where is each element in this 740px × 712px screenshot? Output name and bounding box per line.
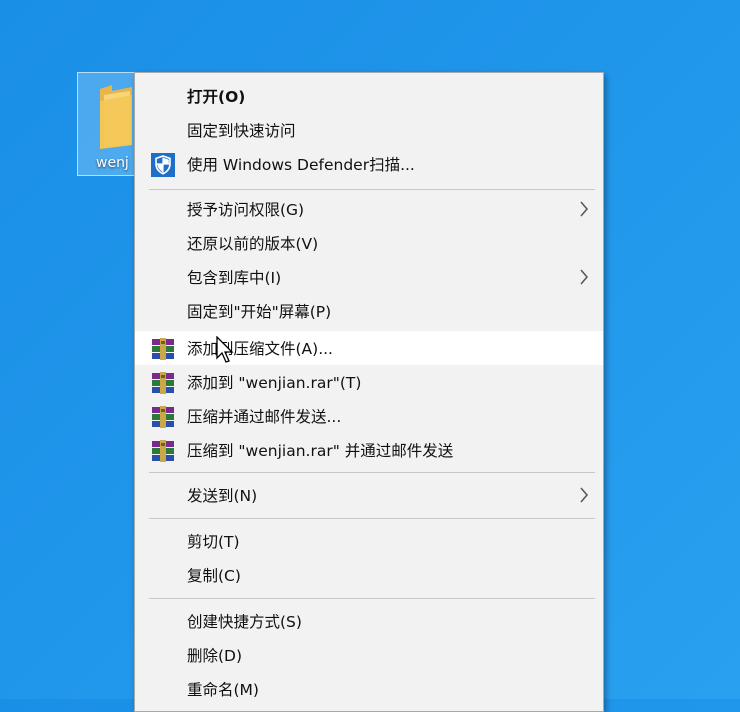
menu-item-label: 固定到快速访问 xyxy=(187,122,296,140)
menu-separator xyxy=(149,189,595,190)
menu-item-label: 打开(O) xyxy=(187,88,246,106)
menu-item-rename[interactable]: 重命名(M) xyxy=(135,672,603,706)
menu-item-label: 还原以前的版本(V) xyxy=(187,235,319,253)
menu-item-label: 使用 Windows Defender扫描... xyxy=(187,156,415,174)
menu-item-label: 固定到"开始"屏幕(P) xyxy=(187,303,332,321)
winrar-icon xyxy=(152,406,174,428)
menu-item-label: 重命名(M) xyxy=(187,681,259,699)
menu-item-pin-quick-access[interactable]: 固定到快速访问 xyxy=(135,113,603,147)
folder-icon xyxy=(100,85,132,149)
menu-item-label: 删除(D) xyxy=(187,647,243,665)
menu-item-label: 添加到 "wenjian.rar"(T) xyxy=(187,374,362,392)
context-menu: 打开(O) 固定到快速访问 使用 Windows Defender扫描... 授… xyxy=(134,72,604,712)
menu-item-defender-scan[interactable]: 使用 Windows Defender扫描... xyxy=(135,147,603,181)
menu-item-label: 授予访问权限(G) xyxy=(187,201,305,219)
winrar-icon xyxy=(152,338,174,360)
menu-item-label: 发送到(N) xyxy=(187,487,258,505)
chevron-right-icon xyxy=(580,201,588,217)
menu-item-create-shortcut[interactable]: 创建快捷方式(S) xyxy=(135,604,603,638)
mouse-cursor-icon xyxy=(216,336,234,363)
menu-item-add-to-archive[interactable]: 添加到压缩文件(A)... xyxy=(135,331,603,365)
chevron-right-icon xyxy=(580,269,588,285)
chevron-right-icon xyxy=(580,487,588,503)
menu-item-add-to-rar[interactable]: 添加到 "wenjian.rar"(T) xyxy=(135,365,603,399)
menu-separator xyxy=(149,472,595,473)
menu-separator xyxy=(149,518,595,519)
menu-item-copy[interactable]: 复制(C) xyxy=(135,558,603,592)
winrar-icon xyxy=(152,440,174,462)
menu-item-label: 包含到库中(I) xyxy=(187,269,282,287)
shield-icon xyxy=(151,153,175,177)
menu-item-cut[interactable]: 剪切(T) xyxy=(135,524,603,558)
menu-item-pin-start[interactable]: 固定到"开始"屏幕(P) xyxy=(135,294,603,328)
menu-item-compress-email[interactable]: 压缩并通过邮件发送... xyxy=(135,399,603,433)
menu-item-include-library[interactable]: 包含到库中(I) xyxy=(135,260,603,294)
folder-label: wenj xyxy=(96,155,129,171)
menu-item-label: 创建快捷方式(S) xyxy=(187,613,302,631)
desktop-folder[interactable]: wenj xyxy=(77,72,135,176)
menu-item-label: 压缩到 "wenjian.rar" 并通过邮件发送 xyxy=(187,442,454,460)
menu-item-restore-versions[interactable]: 还原以前的版本(V) xyxy=(135,226,603,260)
winrar-icon xyxy=(152,372,174,394)
menu-item-open[interactable]: 打开(O) xyxy=(135,79,603,113)
menu-separator xyxy=(149,598,595,599)
menu-item-label: 压缩并通过邮件发送... xyxy=(187,408,342,426)
menu-item-label: 添加到压缩文件(A)... xyxy=(187,340,333,358)
menu-item-delete[interactable]: 删除(D) xyxy=(135,638,603,672)
menu-item-label: 剪切(T) xyxy=(187,533,240,551)
menu-item-grant-access[interactable]: 授予访问权限(G) xyxy=(135,192,603,226)
menu-item-label: 复制(C) xyxy=(187,567,241,585)
menu-item-send-to[interactable]: 发送到(N) xyxy=(135,478,603,512)
menu-item-compress-rar-email[interactable]: 压缩到 "wenjian.rar" 并通过邮件发送 xyxy=(135,433,603,467)
